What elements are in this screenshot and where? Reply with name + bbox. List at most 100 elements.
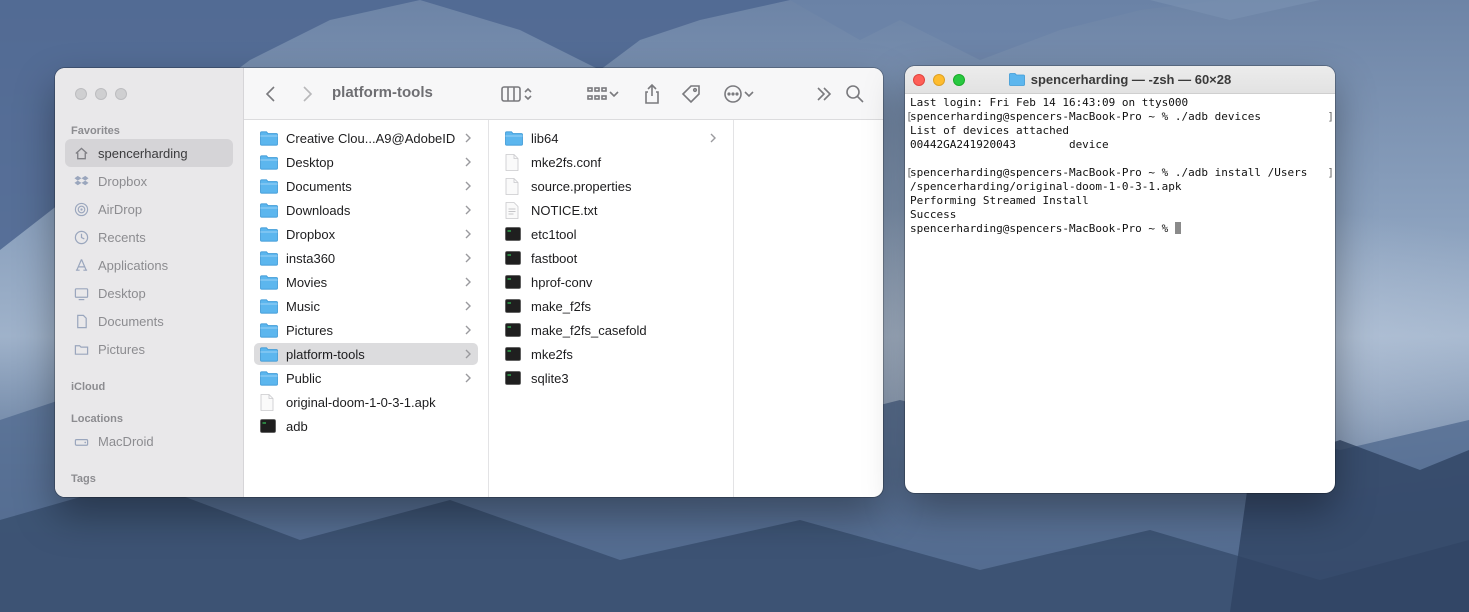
file-row[interactable]: NOTICE.txt (499, 199, 723, 221)
file-name: Documents (286, 178, 352, 194)
search-button[interactable] (845, 82, 865, 106)
chevron-right-icon (464, 156, 472, 171)
file-name: make_f2fs (531, 298, 591, 314)
file-row[interactable]: hprof-conv (499, 271, 723, 293)
more-toolbar-button[interactable] (815, 82, 833, 106)
sidebar-item-pictures[interactable]: Pictures (65, 335, 233, 363)
sidebar-item-airdrop[interactable]: AirDrop (65, 195, 233, 223)
minimize-button[interactable] (95, 88, 107, 100)
finder-window: Favorites spencerharding Dropbox AirDrop… (55, 68, 883, 497)
sidebar-item-spencerharding[interactable]: spencerharding (65, 139, 233, 167)
chevron-right-icon (464, 276, 472, 291)
terminal-exec-icon (505, 298, 523, 314)
back-button[interactable] (264, 82, 278, 106)
chevron-right-icon (464, 204, 472, 219)
file-row[interactable]: Desktop (254, 151, 478, 173)
file-row[interactable]: insta360 (254, 247, 478, 269)
terminal-line-text: List of devices attached (910, 124, 1069, 137)
file-row[interactable]: etc1tool (499, 223, 723, 245)
file-row[interactable]: source.properties (499, 175, 723, 197)
action-button[interactable] (723, 82, 755, 106)
folder-icon (260, 226, 278, 242)
chevron-right-icon (464, 180, 472, 195)
terminal-line-text: Last login: Fri Feb 14 16:43:09 on ttys0… (910, 96, 1189, 109)
file-row[interactable]: mke2fs (499, 343, 723, 365)
chevron-right-icon (464, 348, 472, 363)
file-name: Desktop (286, 154, 334, 170)
sidebar-item-label: Documents (98, 313, 164, 329)
file-row[interactable]: mke2fs.conf (499, 151, 723, 173)
file-name: Movies (286, 274, 328, 290)
file-name: fastboot (531, 250, 578, 266)
home-icon (73, 145, 89, 161)
sidebar-item-macdroid[interactable]: MacDroid (65, 427, 233, 455)
file-row[interactable]: Public (254, 367, 478, 389)
file-name: source.properties (531, 178, 632, 194)
file-row[interactable]: sqlite3 (499, 367, 723, 389)
file-row[interactable]: platform-tools (254, 343, 478, 365)
file-name: hprof-conv (531, 274, 593, 290)
close-button[interactable] (75, 88, 87, 100)
view-mode-button[interactable] (501, 82, 533, 106)
file-row[interactable]: Downloads (254, 199, 478, 221)
file-name: platform-tools (286, 346, 365, 362)
share-button[interactable] (643, 82, 661, 106)
sidebar-item-label: Pictures (98, 341, 145, 357)
file-row[interactable]: Creative Clou...A9@AdobeID (254, 127, 478, 149)
sidebar-item-label: MacDroid (98, 433, 154, 449)
terminal-window: spencerharding — -zsh — 60×28 Last login… (905, 66, 1335, 493)
chevron-right-icon (464, 132, 472, 147)
terminal-line: [] spencerharding@spencers-MacBook-Pro ~ … (906, 110, 1335, 124)
double-chevron-right-icon (817, 87, 832, 101)
file-row[interactable]: fastboot (499, 247, 723, 269)
file-row[interactable]: make_f2fs (499, 295, 723, 317)
folder-icon (260, 370, 278, 386)
drive-icon (73, 433, 89, 449)
file-row[interactable]: original-doom-1-0-3-1.apk (254, 391, 478, 413)
sidebar-item-recents[interactable]: Recents (65, 223, 233, 251)
window-title: platform-tools (332, 84, 433, 101)
grid-icon (587, 87, 607, 100)
tag-button[interactable] (680, 82, 702, 106)
forward-button[interactable] (300, 82, 314, 106)
file-row[interactable]: Pictures (254, 319, 478, 341)
chevron-right-icon (464, 228, 472, 243)
sidebar-item-label: Dropbox (98, 173, 148, 189)
sidebar-item-label: Recents (98, 229, 146, 245)
dropbox-icon (73, 173, 89, 189)
folder-icon (73, 341, 89, 357)
terminal-line-text: spencerharding@spencers-MacBook-Pro ~ % … (910, 110, 1261, 123)
group-button[interactable] (586, 82, 620, 106)
file-row[interactable]: make_f2fs_casefold (499, 319, 723, 341)
chevron-right-icon (464, 372, 472, 387)
chevron-updown-icon (524, 87, 532, 101)
file-name: adb (286, 418, 308, 434)
terminal-output[interactable]: Last login: Fri Feb 14 16:43:09 on ttys0… (906, 96, 1335, 493)
search-icon (846, 85, 864, 103)
file-name: mke2fs.conf (531, 154, 602, 170)
window-controls (75, 88, 127, 100)
chevron-right-icon (709, 132, 717, 147)
sidebar-section-favorites: Favorites (71, 125, 120, 137)
file-row[interactable]: Dropbox (254, 223, 478, 245)
document-icon (73, 313, 89, 329)
file-row[interactable]: adb (254, 415, 478, 437)
file-name: Music (286, 298, 320, 314)
file-row[interactable]: lib64 (499, 127, 723, 149)
file-row[interactable]: Music (254, 295, 478, 317)
file-row[interactable]: Documents (254, 175, 478, 197)
zoom-button[interactable] (115, 88, 127, 100)
file-row[interactable]: Movies (254, 271, 478, 293)
sidebar-item-desktop[interactable]: Desktop (65, 279, 233, 307)
sidebar-item-dropbox[interactable]: Dropbox (65, 167, 233, 195)
terminal-exec-icon (505, 250, 523, 266)
terminal-exec-icon (505, 322, 523, 338)
sidebar-item-applications[interactable]: Applications (65, 251, 233, 279)
sidebar-item-documents[interactable]: Documents (65, 307, 233, 335)
file-name: original-doom-1-0-3-1.apk (286, 394, 436, 410)
desktop-icon (73, 285, 89, 301)
file-name: Creative Clou...A9@AdobeID (286, 130, 456, 146)
chevron-right-icon (464, 324, 472, 339)
terminal-title-text: spencerharding — -zsh — 60×28 (1030, 72, 1232, 87)
chevron-down-icon (744, 91, 754, 98)
